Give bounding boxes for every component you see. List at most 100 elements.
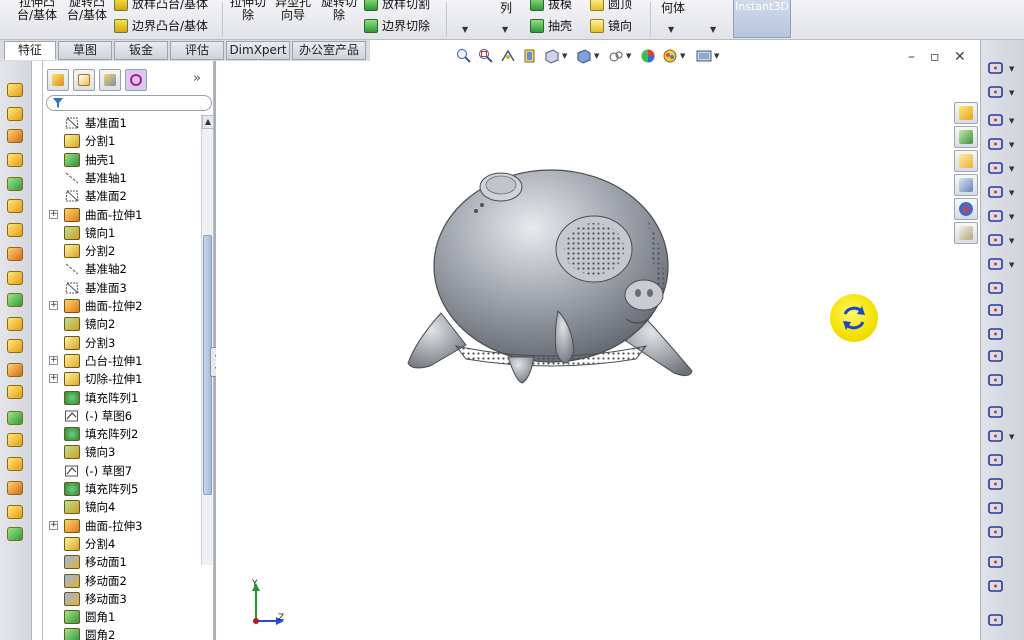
tab-office-products[interactable]: 办公室产品 (292, 41, 366, 60)
feature-tree-node[interactable]: 填充阵列2 (43, 425, 201, 443)
loft-boss-button[interactable]: 放样凸台/基体 (114, 0, 208, 11)
section-view-icon[interactable] (522, 48, 538, 64)
feature-tree-node[interactable]: (-) 草图6 (43, 407, 201, 425)
feature-tree-node[interactable]: 基准面2 (43, 187, 201, 205)
edit-appearance-icon[interactable] (640, 48, 656, 64)
quick-snaps-icon[interactable] (987, 612, 1007, 630)
rectangle-tool-dropdown-arrow[interactable]: ▼ (1009, 141, 1014, 149)
offset-entities-icon[interactable] (987, 452, 1007, 470)
previous-view-icon[interactable] (500, 48, 516, 64)
tab-features[interactable]: 特征 (4, 41, 56, 60)
apply-scene-icon[interactable] (662, 48, 678, 64)
expand-node-icon[interactable]: + (49, 301, 58, 310)
mirror-tool-icon[interactable] (7, 481, 25, 497)
centerline-tool-icon[interactable] (987, 348, 1007, 366)
dimxpert-manager-tab[interactable] (125, 69, 147, 91)
feature-tree-node[interactable]: + 曲面-拉伸1 (43, 206, 201, 224)
scene-dropdown-arrow[interactable]: ▼ (680, 52, 685, 60)
hide-show-dropdown-arrow[interactable]: ▼ (626, 52, 631, 60)
revolve-boss-button[interactable]: 旋转凸 台/基体 (62, 0, 112, 22)
expand-node-icon[interactable]: + (49, 209, 58, 219)
pattern-button[interactable]: 列 (492, 2, 520, 15)
slot-tool-dropdown-arrow[interactable]: ▼ (1009, 165, 1014, 173)
feature-tree-node[interactable]: 分割4 (43, 535, 201, 553)
display-relations-icon[interactable] (987, 554, 1007, 572)
reference-geometry-tool-icon[interactable] (7, 505, 25, 521)
expand-node-icon[interactable]: + (49, 520, 58, 530)
feature-tree-node[interactable]: 圆角2 (43, 626, 201, 640)
rectangle-tool-icon[interactable] (987, 136, 1007, 154)
feature-tree-node[interactable]: + 凸台-拉伸1 (43, 352, 201, 370)
feature-tree-node[interactable]: 移动面3 (43, 590, 201, 608)
file-explorer-tab[interactable] (954, 150, 978, 172)
circular-pattern-tool-icon[interactable] (7, 457, 25, 473)
tab-evaluate[interactable]: 评估 (170, 41, 224, 60)
fillet-dropdown-arrow[interactable]: ▼ (462, 25, 468, 34)
swept-boss-tool-icon[interactable] (7, 129, 25, 145)
line-tool-dropdown-arrow[interactable]: ▼ (1009, 117, 1014, 125)
linear-pattern-tool-icon[interactable] (7, 433, 25, 449)
expand-node-icon[interactable]: + (49, 355, 58, 365)
appearances-tab[interactable] (954, 198, 978, 220)
custom-properties-tab[interactable] (954, 222, 978, 244)
sketch-tool-icon[interactable] (987, 60, 1007, 78)
linear-pattern-sketch-icon[interactable] (987, 500, 1007, 518)
curves-dropdown-arrow[interactable]: ▼ (710, 25, 716, 34)
scroll-up-button[interactable]: ▲ (202, 115, 214, 129)
feature-tree-node[interactable]: + 曲面-拉伸2 (43, 297, 201, 315)
view-settings-dropdown-arrow[interactable]: ▼ (714, 52, 719, 60)
extrude-boss-button[interactable]: 拉伸凸 台/基体 (12, 0, 62, 22)
slot-tool-icon[interactable] (987, 160, 1007, 178)
feature-tree-scrollbar[interactable]: ▲ (201, 115, 214, 565)
feature-tree-node[interactable]: 分割3 (43, 334, 201, 352)
arc-tool-icon[interactable] (987, 208, 1007, 226)
view-palette-tab[interactable] (954, 174, 978, 196)
revolved-boss-tool-icon[interactable] (7, 107, 25, 123)
tab-sheet-metal[interactable]: 钣金 (114, 41, 168, 60)
sketch-tool-dropdown-arrow[interactable]: ▼ (1009, 65, 1014, 73)
minimize-icon[interactable]: – (908, 49, 915, 65)
tab-dimxpert[interactable]: DimXpert (226, 41, 290, 60)
hide-show-items-icon[interactable] (608, 48, 624, 64)
graphics-area[interactable]: Y Z (216, 61, 980, 640)
expand-panel-icon[interactable]: » (193, 71, 201, 86)
reference-geometry-dropdown-arrow[interactable]: ▼ (668, 25, 674, 34)
dome-button[interactable]: 圆顶 (590, 0, 632, 11)
feature-tree-node[interactable]: + 切除-拉伸1 (43, 370, 201, 388)
feature-tree-node[interactable]: + 曲面-拉伸3 (43, 517, 201, 535)
zoom-to-fit-icon[interactable] (456, 48, 472, 64)
spline-tool-dropdown-arrow[interactable]: ▼ (1009, 237, 1014, 245)
arc-tool-dropdown-arrow[interactable]: ▼ (1009, 213, 1014, 221)
expand-node-icon[interactable]: + (49, 374, 58, 384)
feature-tree-node[interactable]: 镜向4 (43, 498, 201, 516)
curves-tool-icon[interactable] (7, 527, 25, 543)
draft-button[interactable]: 拔模 (530, 0, 572, 11)
smart-dimension-dropdown-arrow[interactable]: ▼ (1009, 89, 1014, 97)
smart-dimension-icon[interactable] (987, 84, 1007, 102)
feature-tree-node[interactable]: 填充阵列1 (43, 389, 201, 407)
feature-tree-node[interactable]: 分割1 (43, 132, 201, 150)
trim-tool-icon[interactable] (987, 404, 1007, 422)
move-entities-icon[interactable] (987, 524, 1007, 542)
feature-tree-node[interactable]: 抽壳1 (43, 151, 201, 169)
fillet-tool-icon[interactable] (7, 271, 25, 287)
feature-tree-tab[interactable] (47, 69, 69, 91)
close-icon[interactable]: ✕ (954, 49, 966, 65)
design-library-tab[interactable] (954, 126, 978, 148)
ellipse-tool-dropdown-arrow[interactable]: ▼ (1009, 261, 1014, 269)
mirror-button[interactable]: 镜向 (590, 19, 632, 33)
circle-tool-icon[interactable] (987, 184, 1007, 202)
wrap-tool-icon[interactable] (7, 385, 25, 401)
shell-button[interactable]: 抽壳 (530, 19, 572, 33)
polygon-tool-icon[interactable] (987, 302, 1007, 320)
feature-tree-node[interactable]: 移动面1 (43, 553, 201, 571)
feature-tree-node[interactable]: 分割2 (43, 242, 201, 260)
reference-geometry-button[interactable]: 何体 (656, 2, 690, 15)
swept-cut-tool-icon[interactable] (7, 247, 25, 263)
chamfer-tool-icon[interactable] (7, 293, 25, 309)
solidworks-resources-tab[interactable] (954, 102, 978, 124)
spline-tool-icon[interactable] (987, 232, 1007, 250)
point-tool-icon[interactable] (987, 326, 1007, 344)
display-style-icon[interactable] (576, 48, 592, 64)
feature-tree-node[interactable]: 圆角1 (43, 608, 201, 626)
